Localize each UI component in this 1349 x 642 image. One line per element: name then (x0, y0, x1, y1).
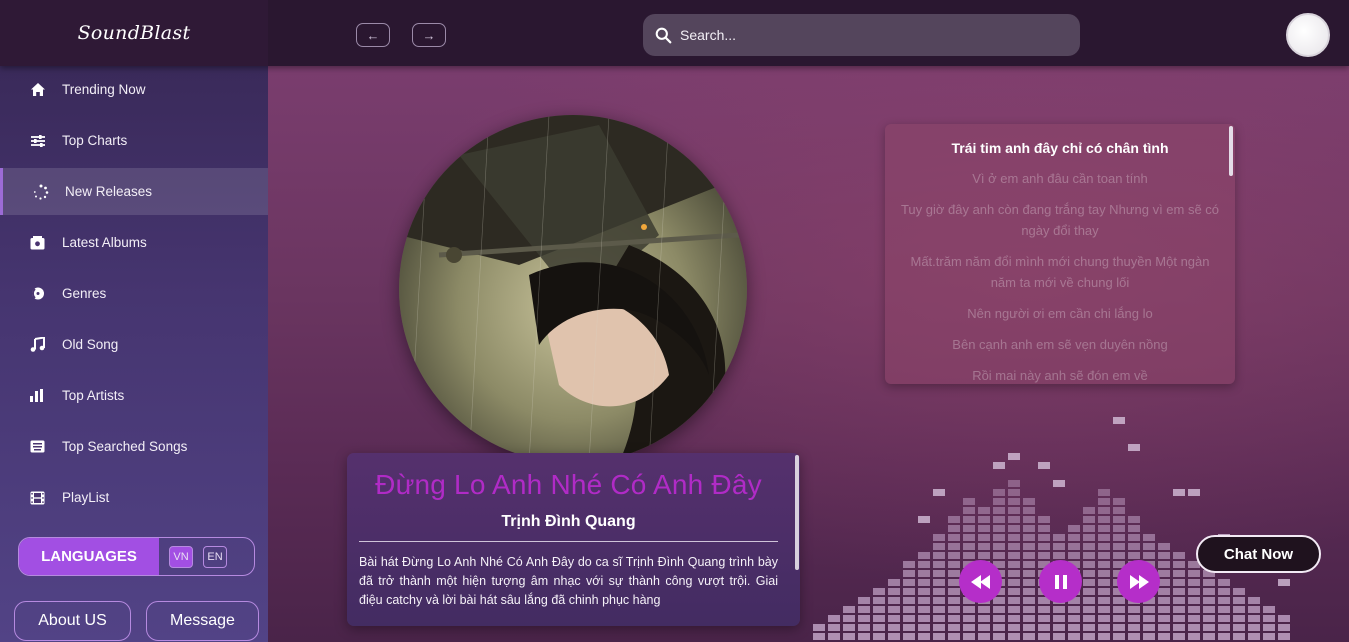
equalizer-visualizer (813, 417, 1290, 640)
description-scrollbar[interactable] (795, 455, 799, 570)
top-bar: SoundBlast ← → (0, 0, 1349, 66)
fast-forward-icon (1129, 574, 1149, 589)
song-title: Đừng Lo Anh Nhé Có Anh Đây (375, 469, 762, 500)
sidebar-item-label: Top Searched Songs (62, 439, 188, 454)
arrow-right-icon: → (422, 27, 436, 43)
divider (359, 541, 778, 542)
search-bar (643, 14, 1080, 56)
sidebar-item-label: Latest Albums (62, 235, 147, 250)
lyric-line: Tuy giờ đây anh còn đang trắng tay Nhưng… (900, 202, 1220, 238)
current-lyric-line: Trái tim anh đây chỉ có chân tình (951, 140, 1169, 156)
music-note-icon (30, 337, 52, 352)
song-description: Bài hát Đừng Lo Anh Nhé Có Anh Đây do ca… (359, 555, 778, 607)
lyric-line: Bên cạnh anh em sẽ vẹn duyên nồng (952, 337, 1168, 352)
lang-vn-button[interactable]: VN (169, 545, 193, 568)
sidebar-item-label: PlayList (62, 490, 110, 505)
sidebar-item-label: Top Artists (62, 388, 125, 403)
rewind-button[interactable] (959, 560, 1002, 603)
bar-chart-icon (30, 389, 52, 402)
lyrics-panel: Trái tim anh đây chỉ có chân tình Vì ở e… (885, 124, 1235, 384)
about-us-button[interactable]: About US (14, 601, 131, 641)
pause-button[interactable] (1039, 560, 1082, 603)
logo-area: SoundBlast (0, 0, 268, 66)
languages-switcher: LANGUAGES VN EN (18, 537, 255, 576)
sidebar-item-latest-albums[interactable]: Latest Albums (0, 219, 268, 266)
lyric-line: Nên người ơi em cần chi lắng lo (967, 306, 1153, 321)
lyrics-scrollbar[interactable] (1229, 126, 1233, 176)
album-icon (30, 235, 52, 250)
keyboard-icon (30, 440, 52, 453)
languages-title: LANGUAGES (19, 538, 159, 575)
arrow-left-icon: ← (366, 27, 380, 43)
chat-now-button[interactable]: Chat Now (1196, 535, 1321, 573)
sidebar-item-trending-now[interactable]: Trending Now (0, 66, 268, 113)
genres-icon (30, 286, 52, 301)
avatar[interactable] (1286, 13, 1330, 57)
message-button[interactable]: Message (146, 601, 259, 641)
lyric-line: Rồi mai này anh sẽ đón em về (972, 368, 1148, 383)
sidebar-item-new-releases[interactable]: New Releases (0, 168, 268, 215)
forward-button[interactable]: → (412, 23, 446, 47)
pause-icon (1054, 574, 1067, 589)
main-content: Trái tim anh đây chỉ có chân tình Vì ở e… (268, 66, 1349, 642)
search-icon (655, 27, 672, 43)
rewind-icon (970, 574, 990, 589)
film-icon (30, 491, 52, 505)
sidebar-item-genres[interactable]: Genres (0, 270, 268, 317)
search-input[interactable] (680, 27, 1060, 43)
sidebar-item-label: Trending Now (62, 82, 146, 97)
sidebar-item-top-artists[interactable]: Top Artists (0, 372, 268, 419)
sidebar-item-top-charts[interactable]: Top Charts (0, 117, 268, 164)
back-button[interactable]: ← (356, 23, 390, 47)
loading-dots-icon (33, 184, 55, 200)
sidebar-item-top-searched-songs[interactable]: Top Searched Songs (0, 423, 268, 470)
lyric-line: Vì ở em anh đâu cần toan tính (972, 171, 1148, 186)
album-cover[interactable] (399, 115, 747, 463)
sidebar-item-old-song[interactable]: Old Song (0, 321, 268, 368)
home-icon (30, 82, 52, 97)
fast-forward-button[interactable] (1117, 560, 1160, 603)
song-info-card: Đừng Lo Anh Nhé Có Anh Đây Trịnh Đình Qu… (347, 453, 800, 626)
sidebar-item-label: Old Song (62, 337, 119, 352)
sidebar-item-label: Genres (62, 286, 107, 301)
sidebar-item-playlist[interactable]: PlayList (0, 474, 268, 521)
app-logo[interactable]: SoundBlast (78, 22, 191, 44)
sidebar-item-label: New Releases (65, 184, 153, 199)
sidebar-item-label: Top Charts (62, 133, 128, 148)
lyric-line: Mất.trăm năm đổi mình mới chung thuyền M… (910, 254, 1210, 290)
lang-en-button[interactable]: EN (203, 545, 227, 568)
sliders-icon (30, 134, 52, 148)
artist-name[interactable]: Trịnh Đình Quang (359, 513, 778, 531)
